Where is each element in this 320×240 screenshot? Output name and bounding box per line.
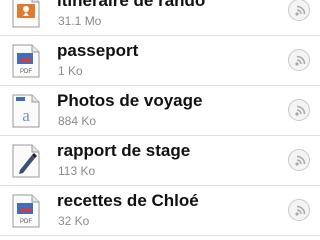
file-name: passeport bbox=[57, 41, 139, 60]
signal-icon bbox=[295, 105, 306, 116]
share-signal-button[interactable] bbox=[288, 199, 310, 221]
pdf-badge: PDF bbox=[20, 69, 32, 75]
file-size: 1 Ko bbox=[58, 64, 83, 78]
signal-icon bbox=[295, 205, 306, 216]
share-signal-button[interactable] bbox=[288, 49, 310, 71]
share-signal-button[interactable] bbox=[288, 149, 310, 171]
file-row[interactable]: PDF passeport 1 Ko bbox=[0, 36, 320, 86]
pdf-file-icon: PDF bbox=[12, 194, 40, 228]
file-name: Photos de voyage bbox=[57, 91, 203, 110]
share-signal-button[interactable] bbox=[288, 99, 310, 121]
file-size: 32 Ko bbox=[58, 214, 90, 228]
share-signal-button[interactable] bbox=[288, 0, 310, 21]
map-pin-document-icon bbox=[12, 0, 40, 28]
file-row[interactable]: a Photos de voyage 884 Ko bbox=[0, 86, 320, 136]
signal-icon bbox=[295, 55, 306, 66]
file-name: rapport de stage bbox=[57, 141, 191, 160]
svg-text:a: a bbox=[22, 106, 30, 125]
file-list: itinéraire de rando 31.1 Mo PDF passepor… bbox=[0, 0, 320, 236]
file-name: recettes de Chloé bbox=[57, 191, 199, 210]
signal-icon bbox=[295, 5, 306, 16]
file-row[interactable]: rapport de stage 113 Ko bbox=[0, 136, 320, 186]
pdf-badge: PDF bbox=[20, 219, 32, 225]
file-size: 31.1 Mo bbox=[58, 14, 102, 28]
file-size: 113 Ko bbox=[58, 164, 96, 178]
file-row[interactable]: itinéraire de rando 31.1 Mo bbox=[0, 0, 320, 36]
pdf-file-icon: PDF bbox=[12, 44, 40, 78]
file-row[interactable]: PDF recettes de Chloé 32 Ko bbox=[0, 186, 320, 236]
text-document-icon: a bbox=[12, 94, 40, 128]
pen-document-icon bbox=[12, 144, 40, 178]
file-size: 884 Ko bbox=[58, 114, 97, 128]
signal-icon bbox=[295, 155, 306, 166]
file-name: itinéraire de rando bbox=[57, 0, 206, 10]
